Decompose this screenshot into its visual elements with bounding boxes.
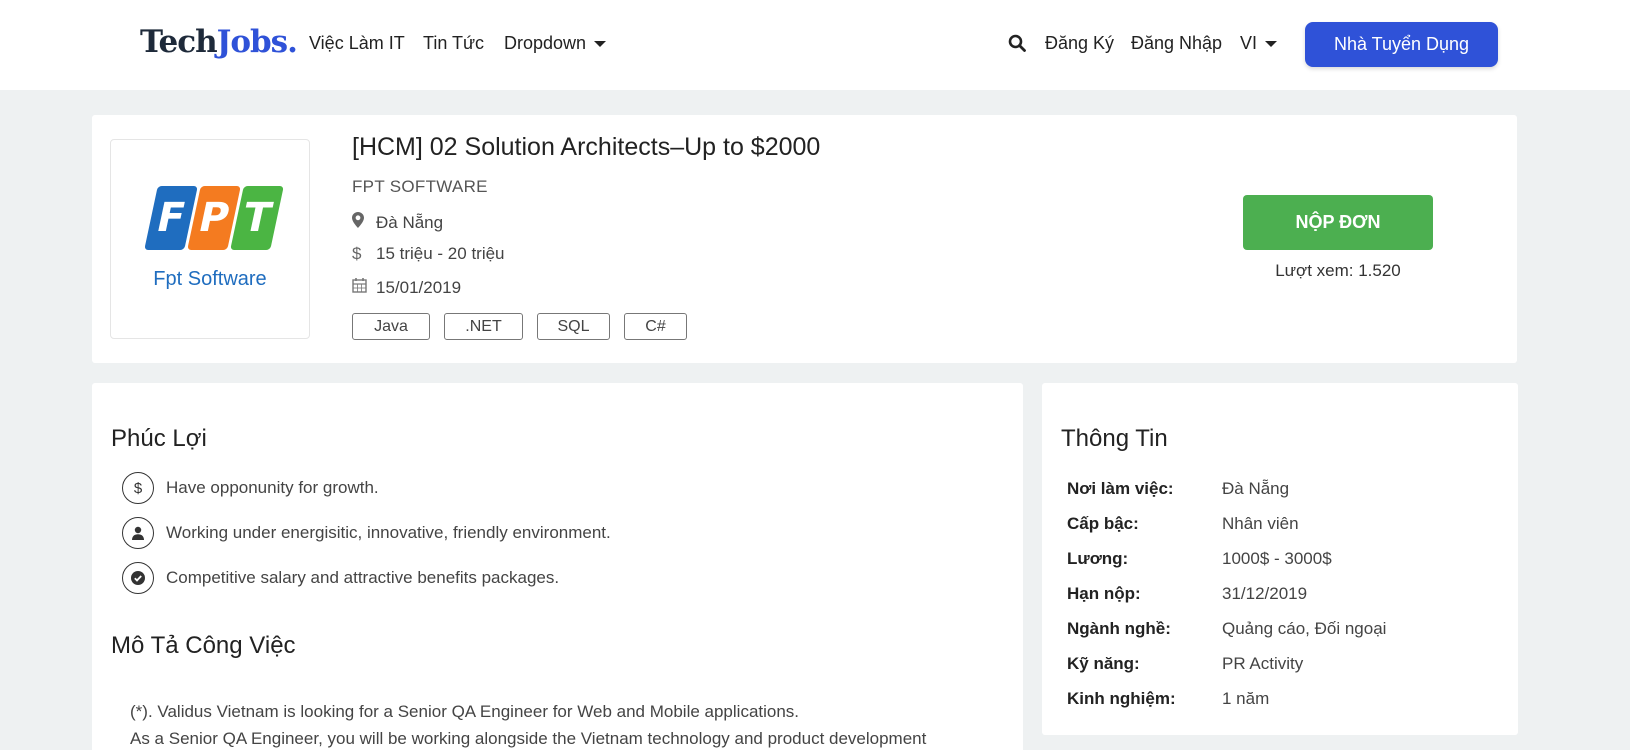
language-selector[interactable]: VI (1240, 33, 1278, 54)
benefit-item: Competitive salary and attractive benefi… (122, 562, 559, 594)
info-row: Ngành nghề: Quảng cáo, Đối ngoại (1067, 619, 1386, 639)
info-key: Hạn nộp: (1067, 584, 1141, 603)
job-date: 15/01/2019 (352, 277, 461, 298)
info-key: Kỹ năng: (1067, 654, 1140, 673)
dollar-icon: $ (122, 472, 154, 504)
info-row: Cấp bậc: Nhân viên (1067, 514, 1299, 534)
skill-tags: Java .NET SQL C# (352, 313, 701, 340)
apply-button[interactable]: NỘP ĐƠN (1243, 195, 1433, 250)
job-location: Đà Nẵng (352, 212, 443, 233)
view-count: Lượt xem: 1.520 (1275, 261, 1401, 280)
nav-news[interactable]: Tin Tức (423, 33, 484, 54)
company-name[interactable]: FPT SOFTWARE (352, 177, 488, 197)
info-row: Kinh nghiệm: 1 năm (1067, 689, 1269, 709)
info-key: Nơi làm việc: (1067, 479, 1174, 498)
nav-it-jobs[interactable]: Việc Làm IT (309, 33, 405, 54)
job-info-card: Thông Tin Nơi làm việc: Đà Nẵng Cấp bậc: N… (1042, 383, 1518, 735)
description-line: (*). Validus Vietnam is looking for a Se… (130, 702, 800, 721)
benefit-item: Working under energisitic, innovative, f… (122, 517, 611, 549)
login-link[interactable]: Đăng Nhập (1131, 33, 1222, 54)
caret-down-icon (1265, 41, 1278, 48)
search-icon[interactable] (1008, 34, 1026, 52)
description-line: As a Senior QA Engineer, you will be wor… (130, 729, 927, 748)
info-row: Hạn nộp: 31/12/2019 (1067, 584, 1307, 604)
info-value: Đà Nẵng (1222, 479, 1290, 498)
fpt-logo-mark: F P T (144, 186, 284, 250)
job-date-text: 15/01/2019 (376, 277, 462, 297)
skill-tag[interactable]: SQL (537, 313, 610, 340)
company-logo[interactable]: F P T Fpt Software (110, 139, 310, 339)
benefits-card: Phúc Lợi $ Have opponunity for growth. W… (92, 383, 1023, 750)
logo-text-jobs: Jobs. (216, 24, 298, 60)
calendar-icon (352, 277, 370, 298)
info-value: PR Activity (1222, 654, 1304, 673)
info-row: Lương: 1000$ - 3000$ (1067, 549, 1332, 569)
info-key: Cấp bậc: (1067, 514, 1139, 533)
dollar-icon: $ (352, 244, 362, 263)
caret-down-icon (594, 41, 607, 48)
job-salary-text: 15 triệu - 20 triệu (376, 244, 505, 263)
employer-button[interactable]: Nhà Tuyển Dụng (1305, 22, 1498, 67)
info-row: Nơi làm việc: Đà Nẵng (1067, 479, 1289, 499)
info-value: Nhân viên (1222, 514, 1299, 533)
benefit-item: $ Have opponunity for growth. (122, 472, 379, 504)
nav-dropdown[interactable]: Dropdown (504, 33, 607, 54)
info-row: Kỹ năng: PR Activity (1067, 654, 1303, 674)
description-title: Mô Tả Công Việc (111, 632, 296, 659)
nav-dropdown-label: Dropdown (504, 33, 587, 53)
check-icon (122, 562, 154, 594)
user-icon (122, 517, 154, 549)
info-key: Lương: (1067, 549, 1129, 568)
site-logo[interactable]: TechJobs. (140, 24, 298, 60)
benefits-title: Phúc Lợi (111, 425, 207, 452)
register-link[interactable]: Đăng Ký (1045, 33, 1114, 54)
benefit-text: Competitive salary and attractive benefi… (166, 568, 560, 587)
info-value: 1000$ - 3000$ (1222, 549, 1332, 568)
info-value: 1 năm (1222, 689, 1270, 708)
info-title: Thông Tin (1061, 425, 1168, 452)
job-title: [HCM] 02 Solution Architects–Up to $2000 (352, 133, 821, 161)
language-label: VI (1240, 33, 1258, 53)
benefit-text: Working under energisitic, innovative, f… (166, 523, 611, 542)
info-value: Quảng cáo, Đối ngoại (1222, 619, 1387, 638)
job-location-text: Đà Nẵng (376, 212, 444, 232)
info-key: Kinh nghiệm: (1067, 689, 1176, 708)
logo-text-tech: Tech (140, 24, 218, 60)
benefit-text: Have opponunity for growth. (166, 478, 379, 497)
fpt-logo-subtitle: Fpt Software (153, 268, 267, 290)
skill-tag[interactable]: .NET (444, 313, 523, 340)
skill-tag[interactable]: C# (624, 313, 687, 340)
job-summary-card: F P T Fpt Software [HCM] 02 Solution Arc… (92, 115, 1517, 363)
info-value: 31/12/2019 (1222, 584, 1308, 603)
info-key: Ngành nghề: (1067, 619, 1171, 638)
job-salary: $ 15 triệu - 20 triệu (352, 244, 505, 264)
top-navbar: TechJobs. Việc Làm IT Tin Tức Dropdown Đ… (0, 0, 1630, 90)
map-marker-icon (352, 212, 370, 233)
skill-tag[interactable]: Java (352, 313, 430, 340)
